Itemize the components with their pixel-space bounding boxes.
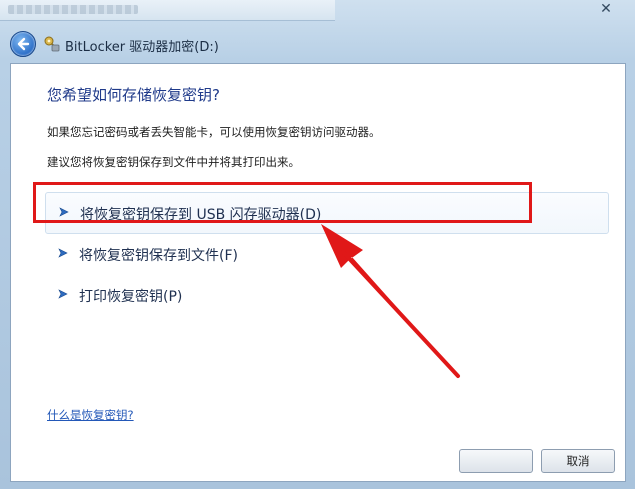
window-title: BitLocker 驱动器加密(D:): [65, 40, 219, 55]
close-icon[interactable]: ✕: [597, 0, 615, 18]
window-frame: ✕ BitLocker 驱动器加密(D:) 您希望如何存储恢复密钥? 如果您忘记…: [0, 0, 635, 489]
back-button[interactable]: [10, 31, 36, 57]
help-link-recovery-key[interactable]: 什么是恢复密钥?: [47, 407, 134, 423]
cancel-button[interactable]: 取消: [541, 449, 615, 473]
option-label: 打印恢复密钥(P): [79, 289, 183, 305]
arrow-right-icon: [58, 248, 68, 258]
bitlocker-key-icon: [44, 36, 60, 52]
back-arrow-icon: [17, 37, 30, 51]
page-heading: 您希望如何存储恢复密钥?: [47, 86, 220, 104]
background-window-strip: [0, 0, 335, 21]
annotation-highlight-box: [33, 182, 532, 223]
option-label: 将恢复密钥保存到文件(F): [79, 248, 238, 264]
description-text: 如果您忘记密码或者丢失智能卡，可以使用恢复密钥访问驱动器。: [47, 125, 381, 139]
option-save-to-file[interactable]: 将恢复密钥保存到文件(F): [45, 234, 607, 274]
content-panel: 您希望如何存储恢复密钥? 如果您忘记密码或者丢失智能卡，可以使用恢复密钥访问驱动…: [10, 63, 626, 482]
blurred-text: [8, 5, 138, 14]
recommendation-text: 建议您将恢复密钥保存到文件中并将其打印出来。: [47, 155, 300, 169]
title-bar: BitLocker 驱动器加密(D:): [0, 26, 635, 62]
next-button[interactable]: [459, 449, 533, 473]
arrow-right-icon: [58, 289, 68, 299]
option-print-key[interactable]: 打印恢复密钥(P): [45, 275, 607, 315]
